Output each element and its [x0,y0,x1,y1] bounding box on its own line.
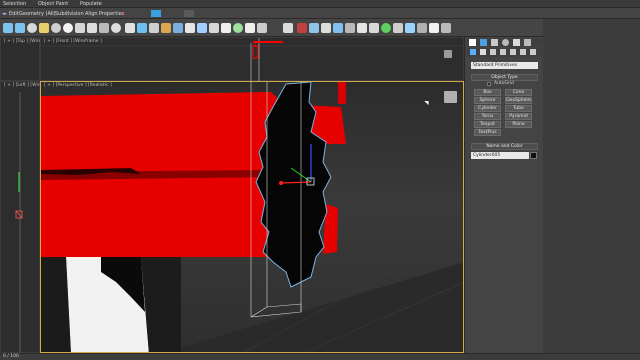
curve-editor-icon[interactable] [257,23,267,33]
cone-icon[interactable] [75,23,85,33]
render-setup-icon[interactable] [184,10,194,17]
select-by-name-icon[interactable] [137,23,147,33]
teapot-icon[interactable] [63,23,73,33]
front-viewport-geometry [41,38,465,82]
lights-icon[interactable] [99,23,109,33]
viewport-top-label[interactable]: [ + ] [Top ] [Wire [4,39,41,44]
display-tab-icon[interactable] [513,39,520,46]
snap-icon[interactable] [209,23,219,33]
ribbon-tab-populate[interactable]: Populate [80,1,102,7]
view-cube-icon[interactable] [444,91,457,103]
move-icon[interactable] [149,23,159,33]
frame-counter: 0 / 100 [3,354,19,359]
autogrid-checkbox[interactable] [487,82,491,86]
geometry-icon[interactable] [470,49,476,55]
autogrid-label: AutoGrid [494,81,514,86]
quick-render-icon[interactable] [321,23,331,33]
scale-icon[interactable] [173,23,183,33]
spacewarps-tab-icon[interactable] [520,49,526,55]
viewport-perspective[interactable]: [ + ] [Perspective ] [Realistic ] [40,81,464,353]
camera-icon[interactable] [111,23,121,33]
plane-button[interactable]: Plane [505,121,532,128]
modify-tab-icon[interactable] [480,39,487,46]
ribbon-tab-object-paint[interactable]: Object Paint [38,1,68,7]
create-category-icons [467,48,542,57]
right-panel-area [543,19,640,353]
settings-icon[interactable] [441,23,451,33]
key-icon[interactable] [417,23,427,33]
lights-tab-icon[interactable] [490,49,496,55]
select-icon[interactable] [125,23,135,33]
align-icon[interactable] [197,23,207,33]
torus-button[interactable]: Torus [474,113,501,120]
name-and-color-rollout[interactable]: Name and Color [471,143,538,150]
shape-icon[interactable] [87,23,97,33]
layer-icon[interactable] [151,10,161,17]
active-shade-icon[interactable] [333,23,343,33]
teapot-button[interactable]: Teapot [474,121,501,128]
menu-edit[interactable]: Edit [9,11,19,17]
layer-manager-icon[interactable] [245,23,255,33]
time-slider[interactable]: 0 / 100 [0,353,640,360]
shapes-icon[interactable] [480,49,486,55]
rotate-icon[interactable] [161,23,171,33]
viewport-perspective-label[interactable]: [ + ] [Perspective ] [Realistic ] [44,83,112,88]
angle-snap-icon[interactable] [221,23,231,33]
mirror-icon[interactable] [185,23,195,33]
schematic-icon[interactable] [283,23,293,33]
ribbon: Selection Object Paint Populate [0,0,640,8]
material-icon[interactable] [233,23,243,33]
command-panel: Standard Primitives Object Type AutoGrid… [464,37,543,353]
menu-align[interactable]: Align [85,11,98,17]
link-icon[interactable] [27,23,37,33]
wrench-icon[interactable] [369,23,379,33]
cameras-tab-icon[interactable] [500,49,506,55]
utilities-tab-icon[interactable] [524,39,531,46]
viewport-front[interactable]: [ + ] [Front ] [Wireframe ] [40,37,465,82]
hierarchy-tab-icon[interactable] [491,39,498,46]
ribbon-tab-selection[interactable]: Selection [3,1,26,7]
menu-bar: ◂▸ Edit Geometry (All) Subdivision Align… [0,8,640,19]
render-icon[interactable] [297,23,307,33]
motion-tab-icon[interactable] [502,39,509,46]
close-icon[interactable]: ✕ [121,11,125,17]
perspective-scene [41,82,463,352]
command-panel-tabs [467,38,542,47]
environment-icon[interactable] [345,23,355,33]
menu-arrow-icon[interactable]: ◂▸ [2,11,7,17]
tube-button[interactable]: Tube [505,105,532,112]
object-type-rollout[interactable]: Object Type [471,74,538,81]
view-cube-icon[interactable] [444,50,452,58]
play-icon[interactable] [405,23,415,33]
geosphere-button[interactable]: GeoSphere [505,97,532,104]
create-tab-icon[interactable] [469,39,476,46]
green-sphere-icon[interactable] [381,23,391,33]
hammer-icon[interactable] [357,23,367,33]
cylinder-button[interactable]: Cylinder [474,105,501,112]
viewport-left[interactable]: [ + ] [Left ] [Wirefr [0,81,46,354]
viewport-top[interactable]: [ + ] [Top ] [Wire [0,37,41,81]
menu-subdivision[interactable]: Subdivision [55,11,84,17]
primitive-type-dropdown[interactable]: Standard Primitives [471,62,538,69]
menu-geometry[interactable]: Geometry (All) [19,11,56,17]
box-button[interactable]: Box [474,89,501,96]
systems-tab-icon[interactable] [530,49,536,55]
redo-icon[interactable] [15,23,25,33]
object-name-field[interactable]: Cylinder005 [471,152,529,159]
undo-icon[interactable] [3,23,13,33]
folder-icon[interactable] [39,23,49,33]
object-color-swatch[interactable] [530,152,537,159]
render-frame-icon[interactable] [309,23,319,33]
sphere-icon[interactable] [51,23,61,33]
cloth-icon[interactable] [393,23,403,33]
helpers-tab-icon[interactable] [510,49,516,55]
teapot-render-icon[interactable] [429,23,439,33]
cone-button[interactable]: Cone [505,89,532,96]
sphere-button[interactable]: Sphere [474,97,501,104]
textplus-button[interactable]: TextPlus [474,129,501,136]
left-viewport-geometry [15,92,23,354]
pyramid-button[interactable]: Pyramid [505,113,532,120]
